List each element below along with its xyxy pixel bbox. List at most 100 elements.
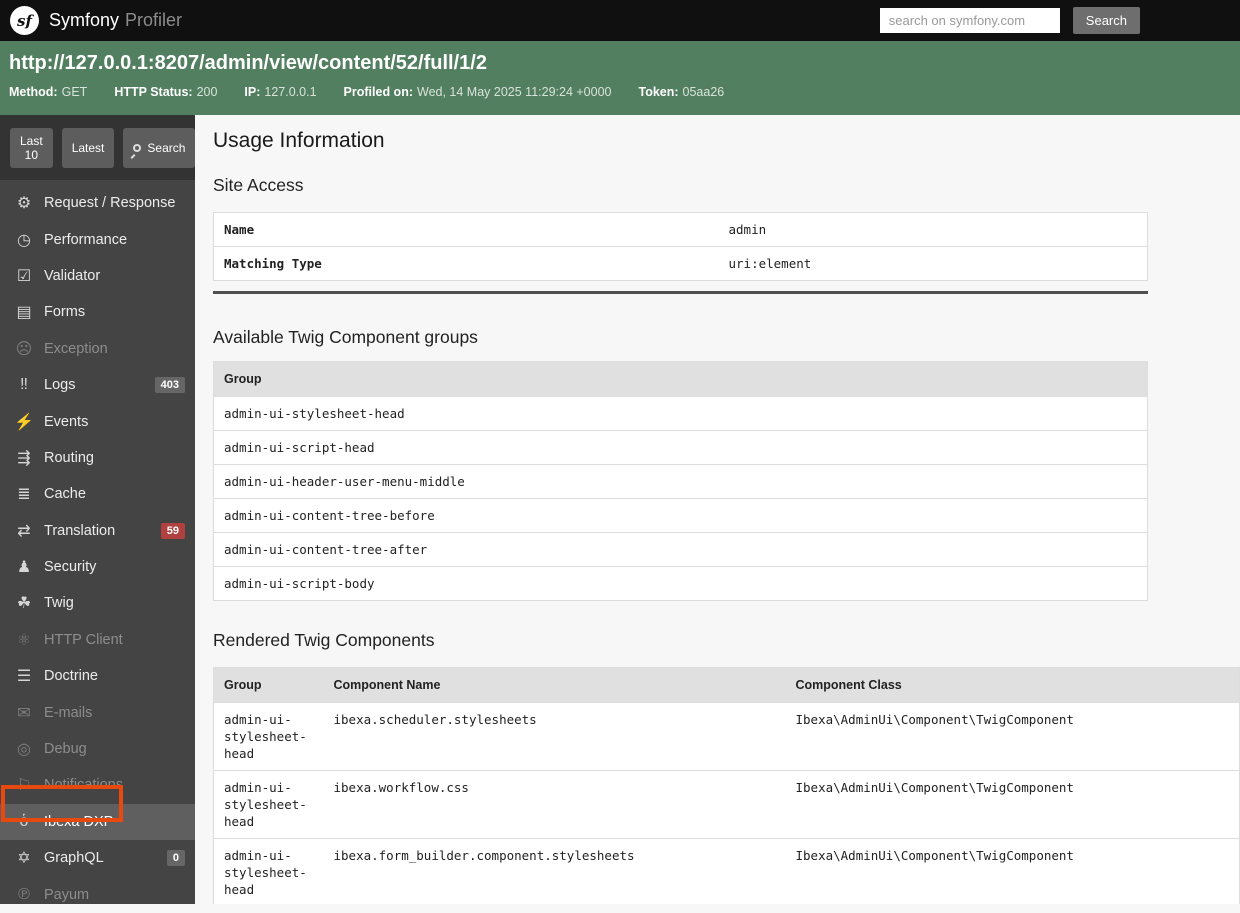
sidebar-item-security[interactable]: ♟ Security bbox=[0, 549, 195, 585]
sidebar-item-events[interactable]: ⚡ Events bbox=[0, 403, 195, 439]
sidebar-item-payum: ℗ Payum bbox=[0, 876, 195, 912]
exception-icon: ☹ bbox=[15, 340, 33, 358]
cell-group: admin-ui-stylesheet-head bbox=[213, 702, 324, 771]
meta-method: Method: GET bbox=[9, 85, 88, 99]
cell-group: admin-ui-stylesheet-head bbox=[213, 770, 324, 839]
sidebar-toolbar: Last 10 Latest Search bbox=[0, 115, 196, 180]
site-access-table: Name admin Matching Type uri:element bbox=[213, 212, 1148, 281]
cell-component-name: ibexa.form_builder.component.stylesheets bbox=[323, 838, 786, 904]
logs-icon: ‼ bbox=[20, 376, 28, 394]
column-header-component-class: Component Class bbox=[785, 667, 1240, 703]
http-client-icon: ⚛ bbox=[16, 631, 32, 649]
cell-group: admin-ui-stylesheet-head bbox=[213, 838, 324, 904]
sidebar-item-performance[interactable]: ◷ Performance bbox=[0, 221, 195, 257]
site-access-label: Name bbox=[224, 222, 255, 237]
translation-icon: ⇄ bbox=[17, 522, 31, 540]
column-header-group: Group bbox=[213, 361, 1148, 397]
sidebar-item-graphql[interactable]: ✡ GraphQL 0 bbox=[0, 840, 195, 876]
routing-icon: ⇶ bbox=[17, 449, 31, 467]
column-header-group: Group bbox=[213, 667, 324, 703]
cell-component-name: ibexa.scheduler.stylesheets bbox=[323, 702, 786, 771]
page-title: Usage Information bbox=[213, 129, 385, 152]
sidebar-item-exception: ☹ Exception bbox=[0, 331, 195, 367]
cell-component-class: Ibexa\AdminUi\Component\TwigComponent bbox=[785, 838, 1240, 904]
table-row: admin-ui-stylesheet-head ibexa.workflow.… bbox=[213, 770, 1240, 839]
symfony-search-button[interactable]: Search bbox=[1072, 7, 1140, 34]
table-row: admin-ui-content-tree-before bbox=[213, 498, 1148, 533]
symfony-logo[interactable]: sf bbox=[10, 6, 39, 35]
emails-icon: ✉ bbox=[17, 704, 31, 722]
logs-badge: 403 bbox=[154, 377, 185, 394]
forms-icon: ▤ bbox=[16, 304, 32, 322]
performance-icon: ◷ bbox=[17, 231, 31, 249]
site-access-label: Matching Type bbox=[213, 246, 719, 281]
sidebar-item-doctrine[interactable]: ☰ Doctrine bbox=[0, 658, 195, 694]
sidebar-item-http-client: ⚛ HTTP Client bbox=[0, 622, 195, 658]
site-access-value: uri:element bbox=[718, 246, 1148, 281]
events-icon: ⚡ bbox=[14, 413, 34, 431]
table-row: admin-ui-content-tree-after bbox=[213, 532, 1148, 567]
request-meta: Method: GET HTTP Status: 200 IP: 127.0.0.1 … bbox=[9, 85, 1230, 99]
sidebar-item-notifications: ⚐ Notifications bbox=[0, 767, 195, 803]
site-access-heading: Site Access bbox=[213, 175, 304, 195]
site-access-value: admin bbox=[728, 222, 767, 237]
table-row: admin-ui-script-head bbox=[213, 430, 1148, 465]
table-row: Matching Type uri:element bbox=[213, 246, 1148, 281]
ibexa-dxp-icon: ὁ bbox=[19, 812, 29, 830]
meta-ip: IP: 127.0.0.1 bbox=[244, 85, 317, 99]
status-bar: http://127.0.0.1:8207/admin/view/content… bbox=[0, 41, 1240, 115]
latest-button[interactable]: Latest bbox=[61, 128, 115, 168]
sidebar-item-logs[interactable]: ‼ Logs 403 bbox=[0, 367, 195, 403]
sidebar-menu: ⚙ Request / Response ◷ Performance ☑ Valida… bbox=[0, 180, 195, 913]
graphql-badge: 0 bbox=[166, 850, 185, 867]
table-row: admin-ui-stylesheet-head bbox=[213, 396, 1148, 431]
cell-component-class: Ibexa\AdminUi\Component\TwigComponent bbox=[785, 770, 1240, 839]
validator-icon: ☑ bbox=[16, 267, 32, 285]
sidebar-item-twig[interactable]: ☘ Twig bbox=[0, 585, 195, 621]
sidebar-item-forms[interactable]: ▤ Forms bbox=[0, 294, 195, 330]
translation-badge: 59 bbox=[160, 522, 185, 539]
sidebar-item-emails: ✉ E-mails bbox=[0, 694, 195, 730]
column-header-component-name: Component Name bbox=[323, 667, 786, 703]
table-row: admin-ui-stylesheet-head ibexa.scheduler… bbox=[213, 702, 1240, 771]
table-row: Name admin bbox=[214, 213, 1148, 247]
magnifier-icon bbox=[133, 144, 142, 152]
sidebar-search-button[interactable]: Search bbox=[123, 128, 196, 168]
main-content: Usage Information Site Access Name admin… bbox=[195, 115, 1240, 904]
brand-text: Symfony bbox=[49, 10, 120, 30]
meta-token: Token: 05aa26 bbox=[638, 85, 725, 99]
sidebar-item-request-response[interactable]: ⚙ Request / Response bbox=[0, 185, 195, 221]
section-divider bbox=[213, 291, 1148, 294]
rendered-components-table: Group Component Name Component Class adm… bbox=[213, 667, 1240, 904]
table-row: admin-ui-header-user-menu-middle bbox=[213, 464, 1148, 499]
cell-component-name: ibexa.workflow.css bbox=[323, 770, 786, 839]
sidebar-item-validator[interactable]: ☑ Validator bbox=[0, 258, 195, 294]
security-icon: ♟ bbox=[16, 559, 32, 577]
topbar: sf Symfony Profiler Search bbox=[0, 0, 1240, 41]
debug-icon: ◎ bbox=[17, 741, 31, 759]
sidebar-item-debug: ◎ Debug bbox=[0, 731, 195, 767]
component-groups-heading: Available Twig Component groups bbox=[213, 327, 478, 347]
cache-icon: ≣ bbox=[17, 486, 31, 504]
meta-profiled-on: Profiled on: Wed, 14 May 2025 11:29:24 +0… bbox=[343, 85, 612, 99]
profiler-text: Profiler bbox=[125, 10, 183, 30]
sidebar-item-cache[interactable]: ≣ Cache bbox=[0, 476, 195, 512]
sidebar-item-ibexa-dxp[interactable]: ὁ Ibexa DXP bbox=[0, 803, 195, 841]
table-row: admin-ui-stylesheet-head ibexa.form_buil… bbox=[213, 838, 1240, 904]
twig-icon: ☘ bbox=[16, 595, 32, 613]
meta-http-status: HTTP Status: 200 bbox=[114, 85, 218, 99]
cell-component-class: Ibexa\AdminUi\Component\TwigComponent bbox=[785, 702, 1240, 771]
request-response-icon: ⚙ bbox=[16, 195, 32, 213]
sidebar-item-translation[interactable]: ⇄ Translation 59 bbox=[0, 513, 195, 549]
rendered-components-heading: Rendered Twig Components bbox=[213, 630, 435, 650]
table-row: admin-ui-script-body bbox=[213, 566, 1148, 601]
component-groups-table: Group admin-ui-stylesheet-head admin-ui-… bbox=[213, 361, 1148, 601]
sidebar: Last 10 Latest Search ⚙ Request / Respons… bbox=[0, 115, 196, 904]
last-10-button[interactable]: Last 10 bbox=[10, 128, 53, 168]
sidebar-item-routing[interactable]: ⇶ Routing bbox=[0, 440, 195, 476]
doctrine-icon: ☰ bbox=[16, 668, 32, 686]
symfony-search-input[interactable] bbox=[879, 8, 1060, 33]
notifications-icon: ⚐ bbox=[16, 777, 32, 795]
payum-icon: ℗ bbox=[18, 885, 30, 903]
profiled-url: http://127.0.0.1:8207/admin/view/content… bbox=[9, 52, 487, 74]
